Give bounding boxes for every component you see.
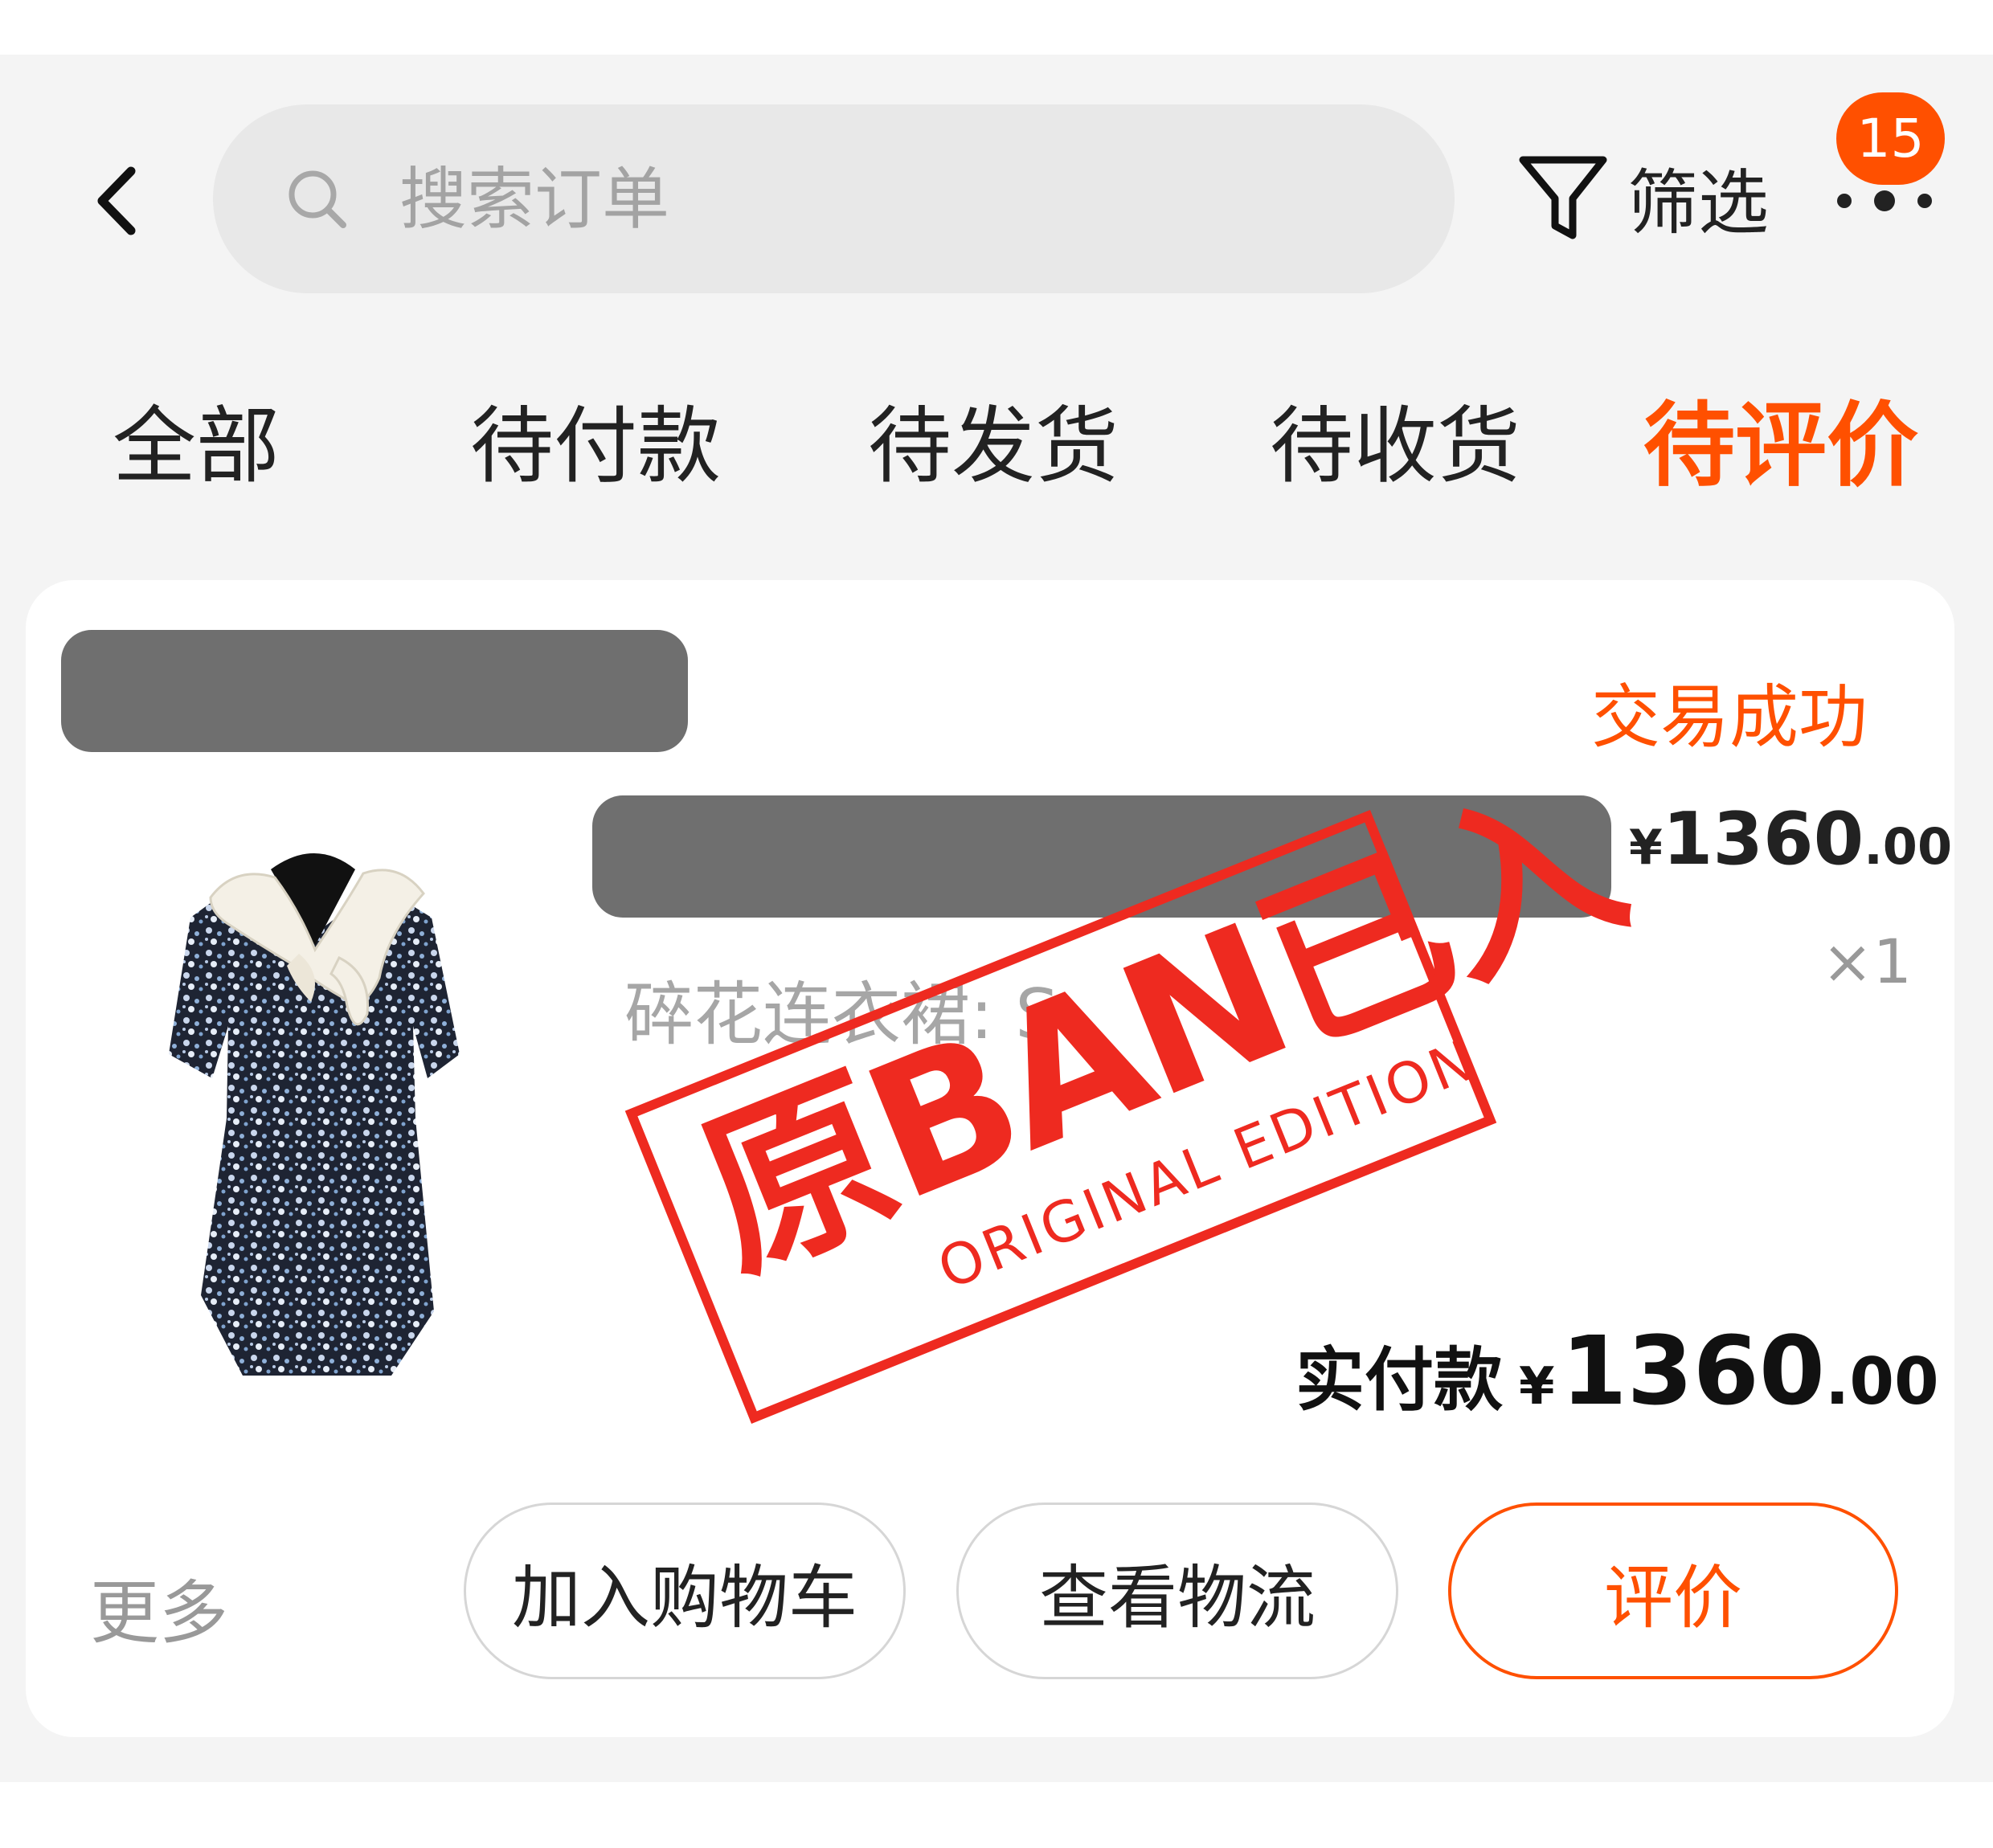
more-link[interactable]: 更多 [90,1556,228,1657]
shop-name-redacted [61,630,688,752]
tab-pending-shipment[interactable]: 待发货 [868,378,1119,499]
unit-price-currency: ¥ [1629,820,1663,876]
tab-pending-receipt[interactable]: 待收货 [1270,378,1520,499]
paid-currency: ¥ [1519,1357,1555,1417]
quantity: ×1 [1822,926,1913,997]
chevron-left-icon [97,166,136,235]
total-paid: 实付款 ¥ 1360 .00 [1295,1315,1939,1426]
unit-price-decimal: .00 [1864,817,1953,876]
order-tabs: 全部 待付款 待发货 待收货 待评价 [0,378,1993,499]
search-icon [285,163,358,235]
search-bar[interactable] [213,104,1455,293]
notification-badge: 15 [1836,92,1945,185]
filter-button[interactable]: 筛选 [1515,145,1769,249]
order-status: 交易成功 [1591,677,1868,758]
unit-price: ¥1360.00 [1629,797,1952,881]
product-image[interactable] [114,813,564,1424]
filter-label: 筛选 [1627,161,1770,244]
add-to-cart-button[interactable]: 加入购物车 [464,1503,906,1679]
paid-integer: 1360 [1561,1315,1825,1426]
tab-pending-payment[interactable]: 待付款 [470,378,721,499]
tab-pending-review[interactable]: 待评价 [1643,371,1918,504]
more-dots-icon [1837,190,1932,211]
view-logistics-button[interactable]: 查看物流 [956,1503,1398,1679]
unit-price-integer: 1360 [1662,797,1864,881]
search-input[interactable] [398,158,1365,239]
back-button[interactable] [80,157,153,245]
paid-decimal: .00 [1824,1344,1939,1419]
funnel-icon [1519,156,1607,239]
review-button[interactable]: 评价 [1448,1503,1898,1679]
paid-label: 实付款 [1295,1340,1503,1421]
tab-all[interactable]: 全部 [113,378,280,499]
